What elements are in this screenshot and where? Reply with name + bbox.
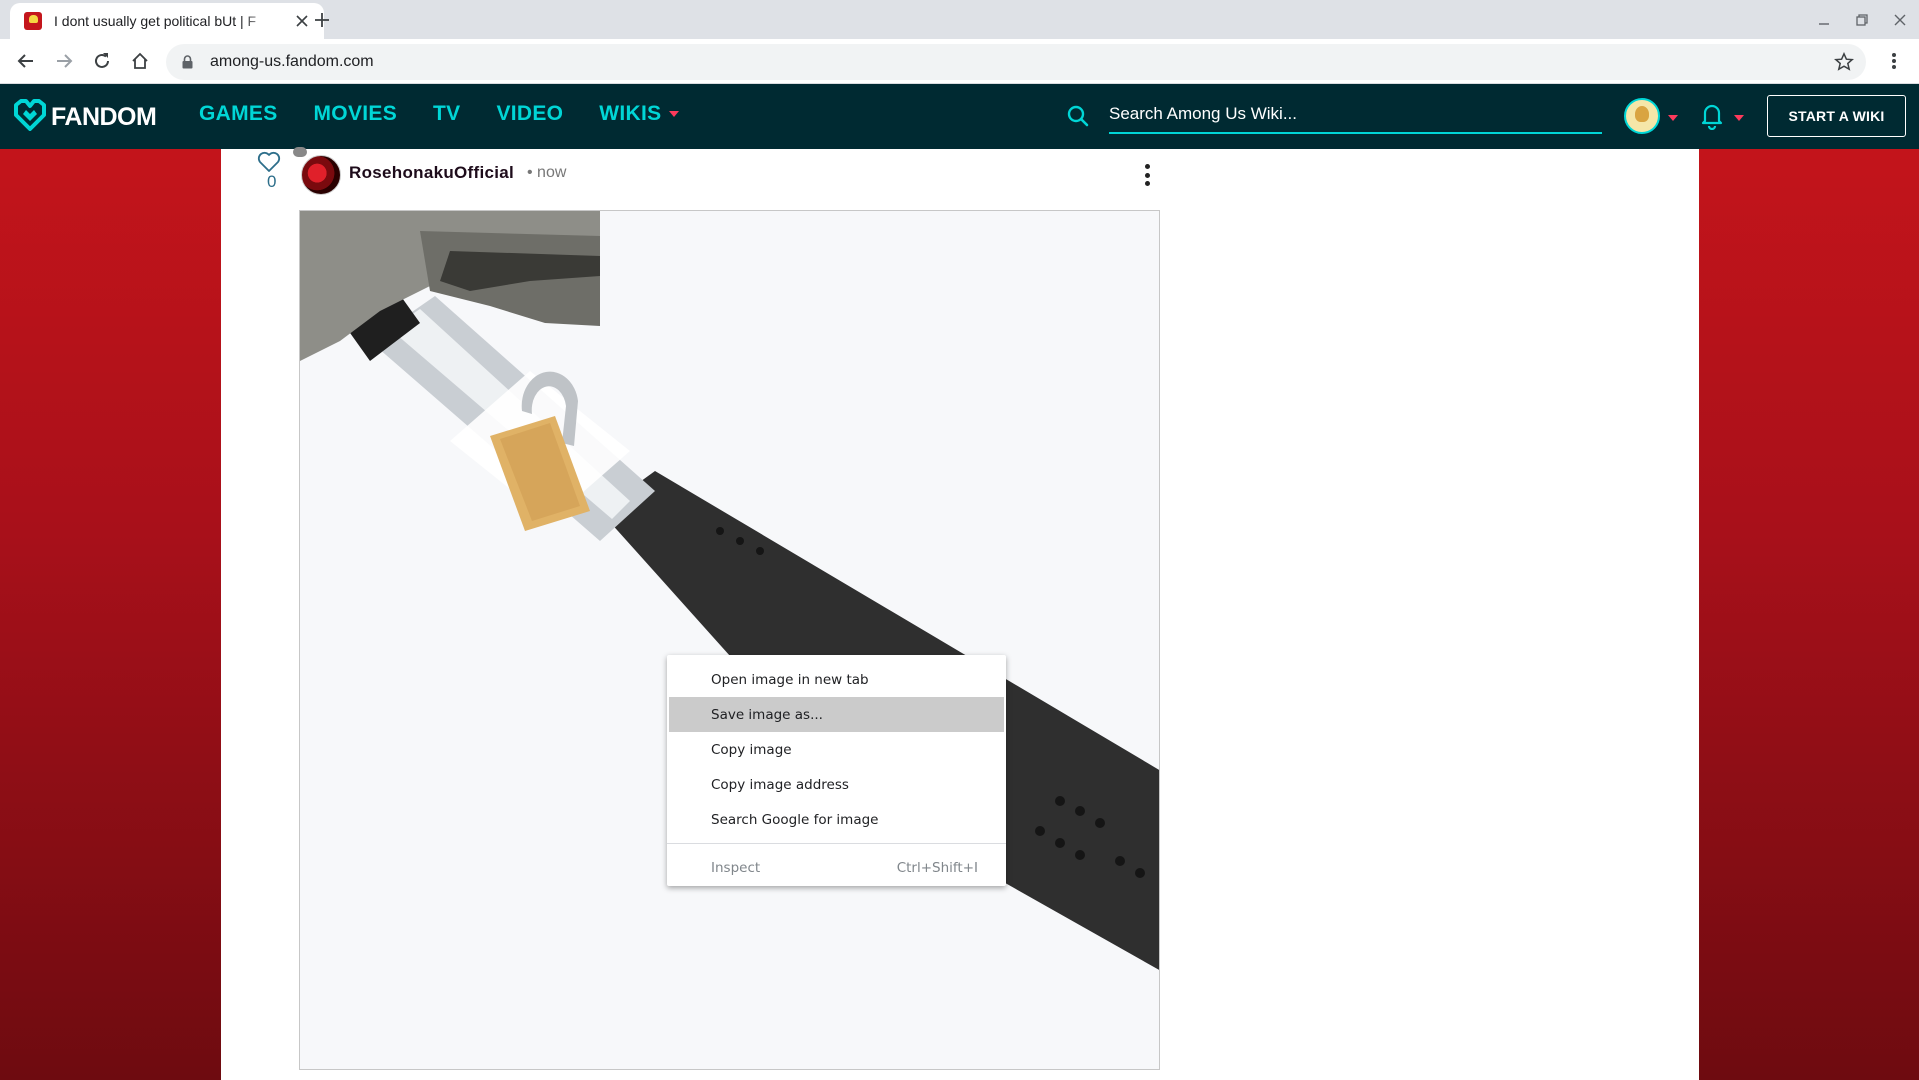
menu-item-save-image-as[interactable]: Save image as... xyxy=(669,697,1004,732)
user-avatar[interactable] xyxy=(1624,98,1660,134)
page-background: FANDOM GAMES MOVIES TV VIDEO WIKIS START… xyxy=(0,84,1919,1080)
avatar-badge-icon xyxy=(293,147,307,157)
fandom-navbar: FANDOM GAMES MOVIES TV VIDEO WIKIS START… xyxy=(0,84,1919,149)
forward-arrow-icon[interactable] xyxy=(48,45,80,77)
fandom-nav: GAMES MOVIES TV VIDEO WIKIS xyxy=(199,102,715,126)
bell-chevron-down-icon[interactable] xyxy=(1734,115,1744,121)
search-icon[interactable] xyxy=(1066,104,1090,128)
bookmark-star-icon[interactable] xyxy=(1830,48,1858,76)
address-bar[interactable]: among-us.fandom.com xyxy=(166,44,1866,80)
browser-menu-icon[interactable] xyxy=(1878,45,1910,77)
minimize-icon[interactable] xyxy=(1812,8,1836,32)
restore-icon[interactable] xyxy=(1850,8,1874,32)
menu-item-open-image-new-tab[interactable]: Open image in new tab xyxy=(667,662,1006,697)
post-content: 0 RosehonakuOfficial • now xyxy=(221,147,1699,1080)
nav-video[interactable]: VIDEO xyxy=(496,102,563,126)
menu-item-search-google-image[interactable]: Search Google for image xyxy=(667,802,1006,837)
menu-item-inspect[interactable]: Inspect Ctrl+Shift+I xyxy=(667,850,1006,885)
more-options-icon[interactable] xyxy=(1141,161,1153,189)
lock-icon xyxy=(180,54,194,70)
chevron-down-icon xyxy=(669,111,680,117)
window-close-icon[interactable] xyxy=(1888,8,1912,32)
start-a-wiki-button[interactable]: START A WIKI xyxy=(1767,95,1906,137)
browser-toolbar: among-us.fandom.com xyxy=(0,39,1919,84)
close-icon[interactable] xyxy=(292,11,312,31)
browser-tab[interactable]: I dont usually get political bUt | F xyxy=(10,3,324,39)
post-image[interactable] xyxy=(299,210,1160,1070)
reload-icon[interactable] xyxy=(86,45,118,77)
nav-movies[interactable]: MOVIES xyxy=(314,102,397,126)
back-arrow-icon[interactable] xyxy=(10,45,42,77)
nav-wikis[interactable]: WIKIS xyxy=(599,102,680,126)
inspect-shortcut: Ctrl+Shift+I xyxy=(896,859,978,876)
hammer-with-padlock-image xyxy=(300,211,1159,970)
browser-tab-strip: I dont usually get political bUt | F xyxy=(0,0,1919,39)
url-text: among-us.fandom.com xyxy=(210,53,374,70)
author-name[interactable]: RosehonakuOfficial xyxy=(349,163,514,183)
inspect-label: Inspect xyxy=(711,859,761,876)
author-avatar[interactable] xyxy=(301,155,341,195)
menu-item-copy-image-address[interactable]: Copy image address xyxy=(667,767,1006,802)
fandom-heart-icon xyxy=(13,99,47,136)
new-tab-plus-icon[interactable] xyxy=(310,8,334,32)
nav-tv[interactable]: TV xyxy=(433,102,460,126)
notification-bell-icon[interactable] xyxy=(1700,102,1724,131)
like-count: 0 xyxy=(267,172,277,191)
post-time: • now xyxy=(527,164,567,181)
search-input[interactable] xyxy=(1109,98,1602,134)
context-menu: Open image in new tab Save image as... C… xyxy=(667,655,1006,886)
fandom-logo[interactable]: FANDOM xyxy=(13,99,157,136)
nav-wikis-label: WIKIS xyxy=(599,102,662,125)
home-icon[interactable] xyxy=(124,45,156,77)
menu-separator xyxy=(667,843,1006,844)
fandom-favicon-icon xyxy=(24,12,42,30)
avatar-chevron-down-icon[interactable] xyxy=(1668,115,1678,121)
tab-title: I dont usually get political bUt | F xyxy=(54,13,257,29)
fandom-logo-text: FANDOM xyxy=(51,103,157,131)
nav-games[interactable]: GAMES xyxy=(199,102,278,126)
menu-item-copy-image[interactable]: Copy image xyxy=(667,732,1006,767)
heart-like-icon[interactable] xyxy=(257,151,281,173)
